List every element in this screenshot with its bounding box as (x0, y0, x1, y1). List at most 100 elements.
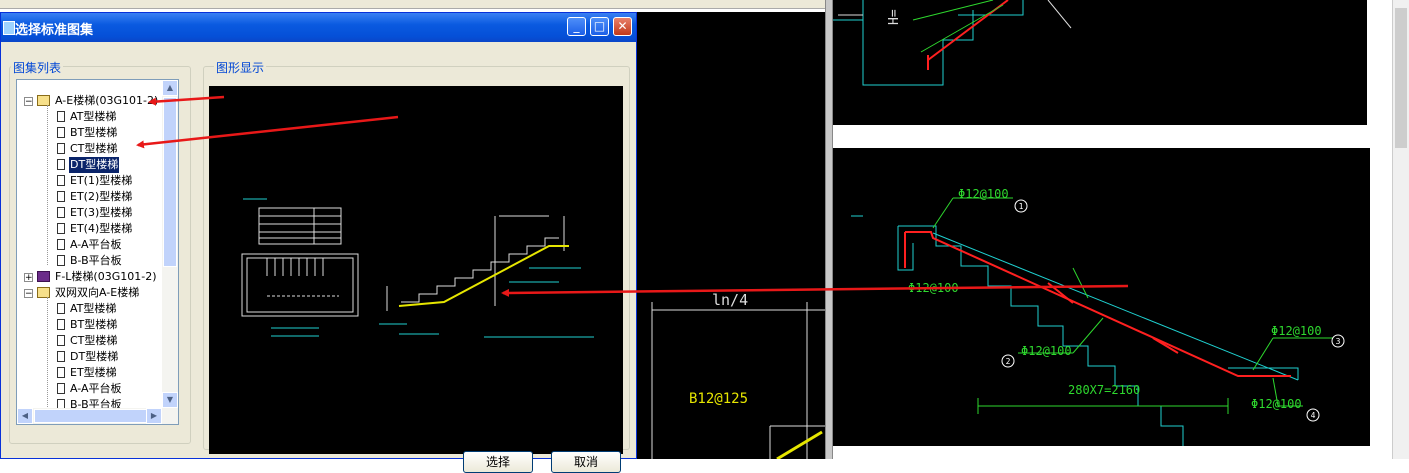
atlas-tree[interactable]: − A-E楼梯(03G101-2) AT型楼梯 BT型楼梯 CT型楼梯 DT型楼梯 ET(1… (16, 79, 179, 425)
tree-node-label: DT型楼梯 (67, 156, 121, 174)
document-icon (57, 351, 65, 362)
tree-leaf-node[interactable]: AT型楼梯 (57, 301, 117, 317)
cad-marker-2: 2 (1006, 357, 1011, 366)
app-icon (3, 21, 15, 35)
tree-node-label: ET(3)型楼梯 (70, 206, 133, 219)
minimize-button[interactable]: _ (567, 17, 586, 36)
book-open-icon (37, 95, 50, 106)
tree-leaf-node[interactable]: ET型楼梯 (57, 365, 118, 381)
select-atlas-dialog: 选择标准图集 _ □ ✕ 图集列表 图形显示 − A-E楼梯(03G101-2) A… (0, 12, 637, 473)
cad-marker-1: 1 (1019, 202, 1024, 211)
scroll-right-button[interactable]: ▶ (146, 408, 162, 424)
tree-folder-node[interactable]: + F-L楼梯(03G101-2) (24, 269, 158, 285)
document-icon (57, 207, 65, 218)
tree-scroll-thumb[interactable] (163, 97, 177, 267)
tree-node-label: CT型楼梯 (70, 142, 118, 155)
cad-rebar-top: Φ12@100 (958, 187, 1009, 201)
preview-group-label: 图形显示 (214, 59, 267, 76)
tree-leaf-node[interactable]: ET(2)型楼梯 (57, 189, 133, 205)
cad-rebar-bottom: Φ12@100 (1251, 397, 1302, 411)
tree-leaf-node[interactable]: A-A平台板 (57, 237, 123, 253)
cad-rebar-left: Φ12@100 (908, 281, 959, 295)
tree-node-label: ET(4)型楼梯 (70, 222, 133, 235)
tree-leaf-node[interactable]: CT型楼梯 (57, 333, 118, 349)
tree-node-label: BT型楼梯 (70, 318, 118, 331)
tree-node-label: ET(2)型楼梯 (70, 190, 133, 203)
collapse-toggle-icon[interactable]: − (24, 97, 33, 107)
document-icon (57, 191, 65, 202)
background-toolbar-strip (0, 0, 830, 9)
tree-node-label: A-E楼梯(03G101-2) (55, 94, 159, 107)
cancel-button[interactable]: 取消 (551, 451, 621, 473)
tree-node-label: F-L楼梯(03G101-2) (55, 270, 157, 283)
document-icon (57, 175, 65, 186)
window-scrollbar[interactable] (1392, 0, 1409, 459)
tree-leaf-node[interactable]: A-A平台板 (57, 381, 123, 397)
document-icon (57, 111, 65, 122)
document-icon (57, 223, 65, 234)
drawing-preview (209, 86, 623, 454)
document-icon (57, 127, 65, 138)
splitter-bar[interactable] (825, 0, 833, 459)
tree-node-label: CT型楼梯 (70, 334, 118, 347)
cad-marker-3: 3 (1336, 337, 1341, 346)
tree-folder-node[interactable]: − 双网双向A-E楼梯 (24, 285, 140, 301)
cad-view-stair-detail: Φ12@100 Φ12@100 Φ12@100 Φ12@100 Φ12@100 … (833, 148, 1370, 446)
tree-node-label: A-A平台板 (70, 382, 122, 395)
tree-leaf-node[interactable]: ET(1)型楼梯 (57, 173, 133, 189)
cad-marker-4: 4 (1311, 411, 1316, 420)
tree-node-label: A-A平台板 (70, 238, 122, 251)
book-closed-icon (37, 271, 50, 282)
document-icon (57, 383, 65, 394)
tree-hscroll-thumb[interactable] (34, 409, 162, 423)
tree-leaf-node[interactable]: DT型楼梯 (57, 349, 119, 365)
document-icon (57, 303, 65, 314)
tree-leaf-node[interactable]: BT型楼梯 (57, 125, 118, 141)
scroll-down-button[interactable]: ▼ (162, 392, 178, 408)
cad-view-middle: ln/4 B12@125 (637, 12, 825, 461)
document-icon (57, 335, 65, 346)
tree-leaf-node[interactable]: BT型楼梯 (57, 317, 118, 333)
cad-dimension: 280X7=2160 (1068, 383, 1140, 397)
tree-node-label: AT型楼梯 (70, 110, 117, 123)
tree-leaf-node[interactable]: AT型楼梯 (57, 109, 117, 125)
cad-b12-label: B12@125 (689, 391, 748, 407)
tree-horizontal-scrollbar[interactable]: ◀ ▶ (17, 408, 178, 424)
tree-node-label: DT型楼梯 (70, 350, 119, 363)
tree-leaf-node[interactable]: B-B平台板 (57, 253, 123, 269)
tree-group-label: 图集列表 (11, 59, 64, 76)
tree-leaf-node[interactable]: CT型楼梯 (57, 141, 118, 157)
tree-node-label: ET型楼梯 (70, 366, 117, 379)
close-button[interactable]: ✕ (613, 17, 632, 36)
cad-rebar-right: Φ12@100 (1271, 324, 1322, 338)
document-icon (57, 239, 65, 250)
tree-leaf-node[interactable]: ET(4)型楼梯 (57, 221, 133, 237)
expand-toggle-icon[interactable]: + (24, 273, 33, 283)
tree-node-label: AT型楼梯 (70, 302, 117, 315)
scroll-left-button[interactable]: ◀ (17, 408, 33, 424)
dialog-titlebar[interactable]: 选择标准图集 _ □ ✕ (1, 13, 636, 42)
cad-view-top: H= (833, 0, 1367, 125)
scroll-up-button[interactable]: ▲ (162, 80, 178, 96)
book-open-icon (37, 287, 50, 298)
tree-folder-node[interactable]: − A-E楼梯(03G101-2) (24, 93, 159, 109)
cad-h-label: H= (887, 9, 902, 25)
maximize-button[interactable]: □ (590, 17, 609, 36)
tree-node-label: 双网双向A-E楼梯 (55, 286, 140, 299)
document-icon (57, 159, 65, 170)
document-icon (57, 255, 65, 266)
tree-node-label: BT型楼梯 (70, 126, 118, 139)
window-scroll-thumb[interactable] (1395, 8, 1407, 148)
tree-leaf-node[interactable]: DT型楼梯 (57, 156, 121, 174)
select-button[interactable]: 选择 (463, 451, 533, 473)
document-icon (57, 143, 65, 154)
collapse-toggle-icon[interactable]: − (24, 289, 33, 299)
tree-connector-line (47, 105, 48, 265)
tree-vertical-scrollbar[interactable]: ▲ ▼ (162, 80, 178, 408)
cad-rebar-mid: Φ12@100 (1021, 344, 1072, 358)
cad-ln4-label: ln/4 (712, 291, 748, 309)
tree-connector-line (47, 297, 48, 409)
tree-leaf-node[interactable]: ET(3)型楼梯 (57, 205, 133, 221)
tree-node-label: ET(1)型楼梯 (70, 174, 133, 187)
tree-node-label: B-B平台板 (70, 254, 122, 267)
